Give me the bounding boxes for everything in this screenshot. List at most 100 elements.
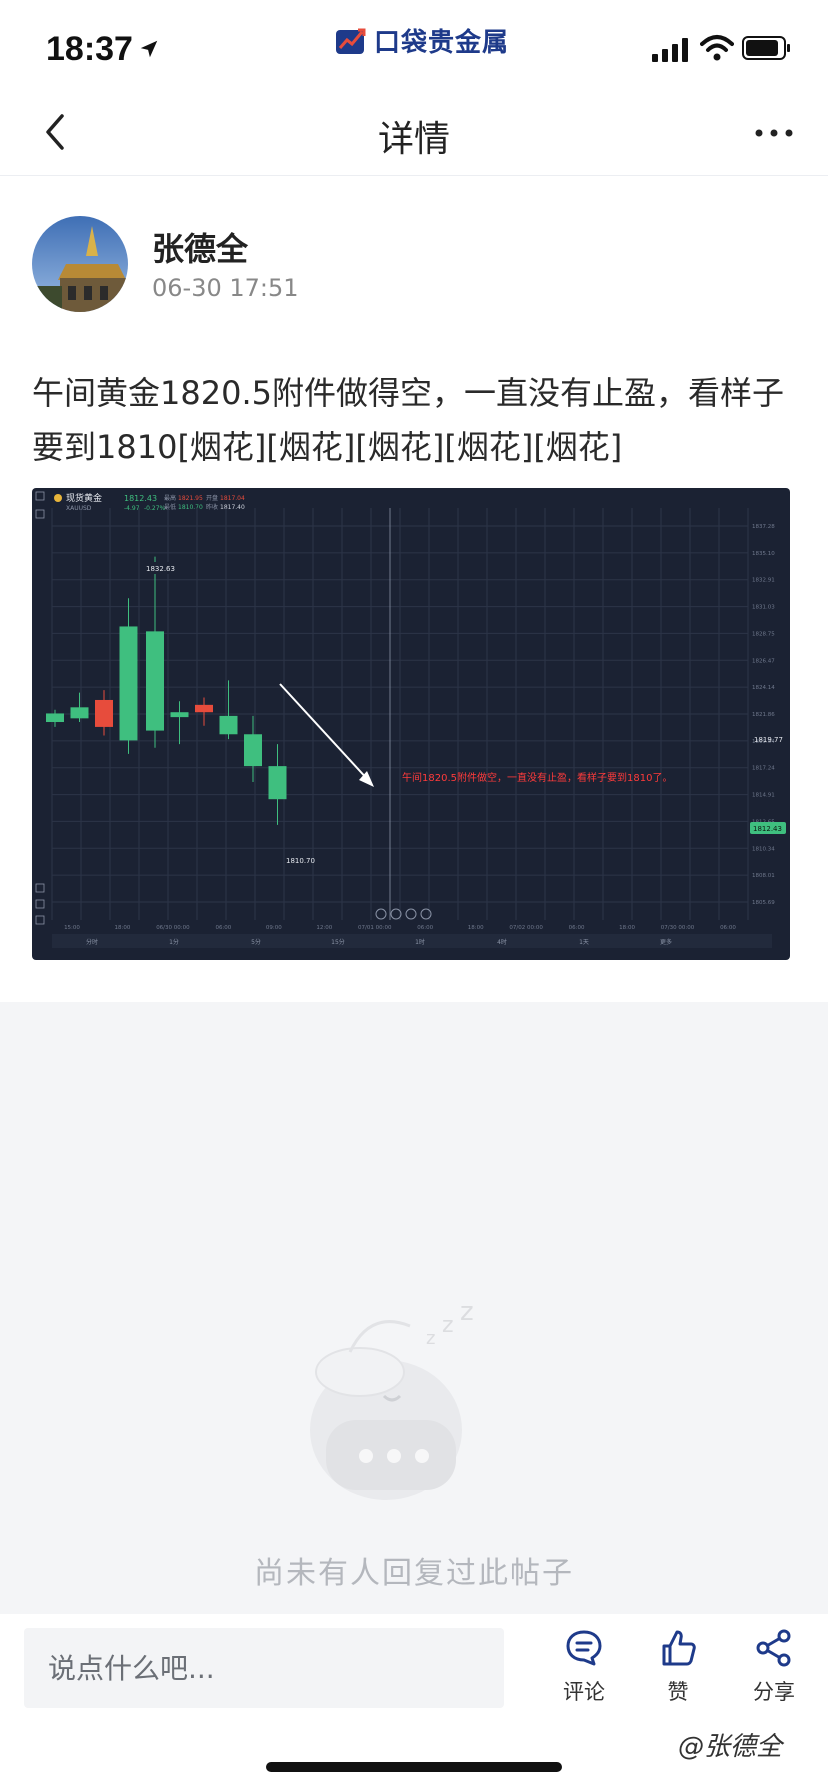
thumbs-up-icon: [662, 1630, 696, 1666]
app-brand: 口袋贵金属: [334, 22, 509, 59]
chart-last-price: 1812.43: [124, 494, 157, 503]
chart-symbol-code: XAUUSD: [66, 505, 92, 512]
y-tick-label: 1805.69: [752, 900, 775, 906]
candle-body: [95, 699, 113, 727]
chart-prev-value: 1817.40: [220, 504, 245, 511]
more-options-icon[interactable]: [754, 126, 794, 140]
candle-body: [268, 766, 287, 800]
y-tick-label: 1826.47: [752, 658, 775, 664]
chart-change-pct: -0.27%: [144, 505, 166, 512]
cellular-signal-icon: [652, 38, 688, 62]
page-title: 详情: [377, 119, 450, 160]
chart-low-label: 最低: [164, 503, 176, 511]
candle-body: [119, 626, 138, 741]
timeframe-tab: 1天: [579, 939, 589, 946]
y-tick-label: 1810.34: [752, 846, 775, 852]
y-tick-label: 1837.28: [752, 524, 775, 530]
timeframe-tab: 分时: [86, 938, 98, 946]
comment-button[interactable]: 评论: [544, 1628, 624, 1718]
chart-symbol: 现货黄金: [66, 492, 102, 504]
svg-text:z: z: [426, 1328, 435, 1349]
x-tick-label: 07/02 00:00: [509, 925, 543, 931]
timeframe-tab: 5分: [251, 938, 261, 946]
comment-icon: [566, 1630, 602, 1666]
brand-logo-icon: [336, 28, 366, 54]
chart-high-label: 最高: [164, 494, 176, 502]
timeframe-tab: 15分: [331, 938, 345, 946]
chart-x-axis: 15:00 18:00 06/30 00:00 06:00 09:00 12:00 07/0…: [64, 925, 736, 931]
chart-zoom-controls[interactable]: [375, 908, 432, 920]
x-tick-label: 07/01 00:00: [358, 925, 392, 931]
chart-open-label: 开盘: [206, 494, 218, 502]
y-tick-label: 1824.14: [752, 685, 775, 691]
timeframe-tab: 4时: [497, 938, 507, 946]
sleeping-mascot-icon: z z z: [310, 1297, 474, 1500]
comment-input[interactable]: [24, 1628, 504, 1708]
chart-open-value: 1817.04: [220, 495, 245, 502]
y-tick-label: 1831.03: [752, 605, 775, 611]
x-tick-label: 06:00: [417, 925, 433, 931]
chart-price-tag-1: 1819.77: [754, 736, 783, 744]
battery-icon: [742, 36, 790, 60]
y-tick-label: 1821.86: [752, 712, 775, 718]
avatar[interactable]: [32, 216, 128, 312]
x-tick-label: 06:00: [720, 925, 736, 931]
y-tick-label: 1814.91: [752, 793, 775, 799]
candle-body: [146, 631, 164, 731]
home-indicator[interactable]: [266, 1762, 562, 1772]
y-tick-label: 1832.91: [752, 578, 775, 584]
x-tick-label: 12:00: [316, 925, 332, 931]
nav-bar: 详情: [0, 90, 828, 176]
x-tick-label: 18:00: [468, 925, 484, 931]
status-bar: 18:37 口袋贵金属: [0, 0, 828, 90]
y-tick-label: 1828.75: [752, 631, 775, 637]
chart-high-value: 1821.95: [178, 495, 203, 502]
chart-candles: [46, 556, 287, 825]
post-timestamp: 06-30 17:51: [152, 274, 299, 302]
watermark: @张德全: [678, 1732, 783, 1762]
like-button[interactable]: 赞: [638, 1628, 718, 1718]
like-label: 赞: [667, 1680, 689, 1704]
x-tick-label: 06/30 00:00: [156, 925, 190, 931]
chart-change: -4.97: [124, 505, 140, 512]
chart-y-axis: 1837.28 1835.10 1832.91 1831.03 1828.75 1826.…: [752, 524, 775, 906]
chart-peak-label: 1832.63: [146, 565, 175, 573]
chart-prev-label: 昨收: [206, 503, 218, 511]
candle-body: [219, 715, 238, 735]
chart-left-toolbar[interactable]: [35, 491, 45, 925]
wifi-icon: [700, 35, 734, 61]
share-button[interactable]: 分享: [734, 1628, 814, 1718]
empty-replies-text: 尚未有人回复过此帖子: [254, 1556, 574, 1591]
svg-text:z: z: [460, 1297, 474, 1327]
comment-label: 评论: [563, 1680, 605, 1704]
share-label: 分享: [753, 1680, 795, 1704]
y-tick-label: 1835.10: [752, 551, 775, 557]
status-time: 18:37: [46, 30, 133, 68]
x-tick-label: 06:00: [215, 925, 231, 931]
timeframe-tab: 1时: [415, 938, 425, 946]
share-icon: [756, 1629, 791, 1667]
post-image-chart[interactable]: 现货黄金 XAUUSD 1812.43 -4.97 -0.27% 最高 1821…: [32, 488, 790, 960]
chart-price-tag-2: 1812.43: [753, 825, 782, 833]
chart-low-value: 1810.70: [178, 504, 203, 511]
candle-body: [46, 713, 64, 723]
chart-low-marker: 1810.70: [286, 857, 315, 865]
post-body: 午间黄金1820.5附件做得空，一直没有止盈，看样子要到1810[烟花][烟花]…: [32, 374, 784, 466]
x-tick-label: 07/30 00:00: [661, 925, 695, 931]
y-tick-label: 1808.01: [752, 873, 775, 879]
x-tick-label: 15:00: [64, 925, 80, 931]
author-name[interactable]: 张德全: [152, 224, 248, 270]
timeframe-tab: 更多: [660, 938, 672, 946]
location-arrow-icon: [140, 40, 158, 58]
svg-text:z: z: [442, 1313, 454, 1338]
candle-body: [244, 734, 262, 767]
candle-body: [70, 707, 89, 719]
y-tick-label: 1817.24: [752, 766, 775, 772]
x-tick-label: 18:00: [619, 925, 635, 931]
candle-body: [195, 704, 213, 713]
brand-name: 口袋贵金属: [374, 28, 510, 58]
x-tick-label: 09:00: [266, 925, 282, 931]
chart-annotation: 午间1820.5附件做空，一直没有止盈，看样子要到1810了。: [402, 771, 672, 784]
candle-body: [170, 712, 189, 718]
x-tick-label: 18:00: [115, 925, 131, 931]
